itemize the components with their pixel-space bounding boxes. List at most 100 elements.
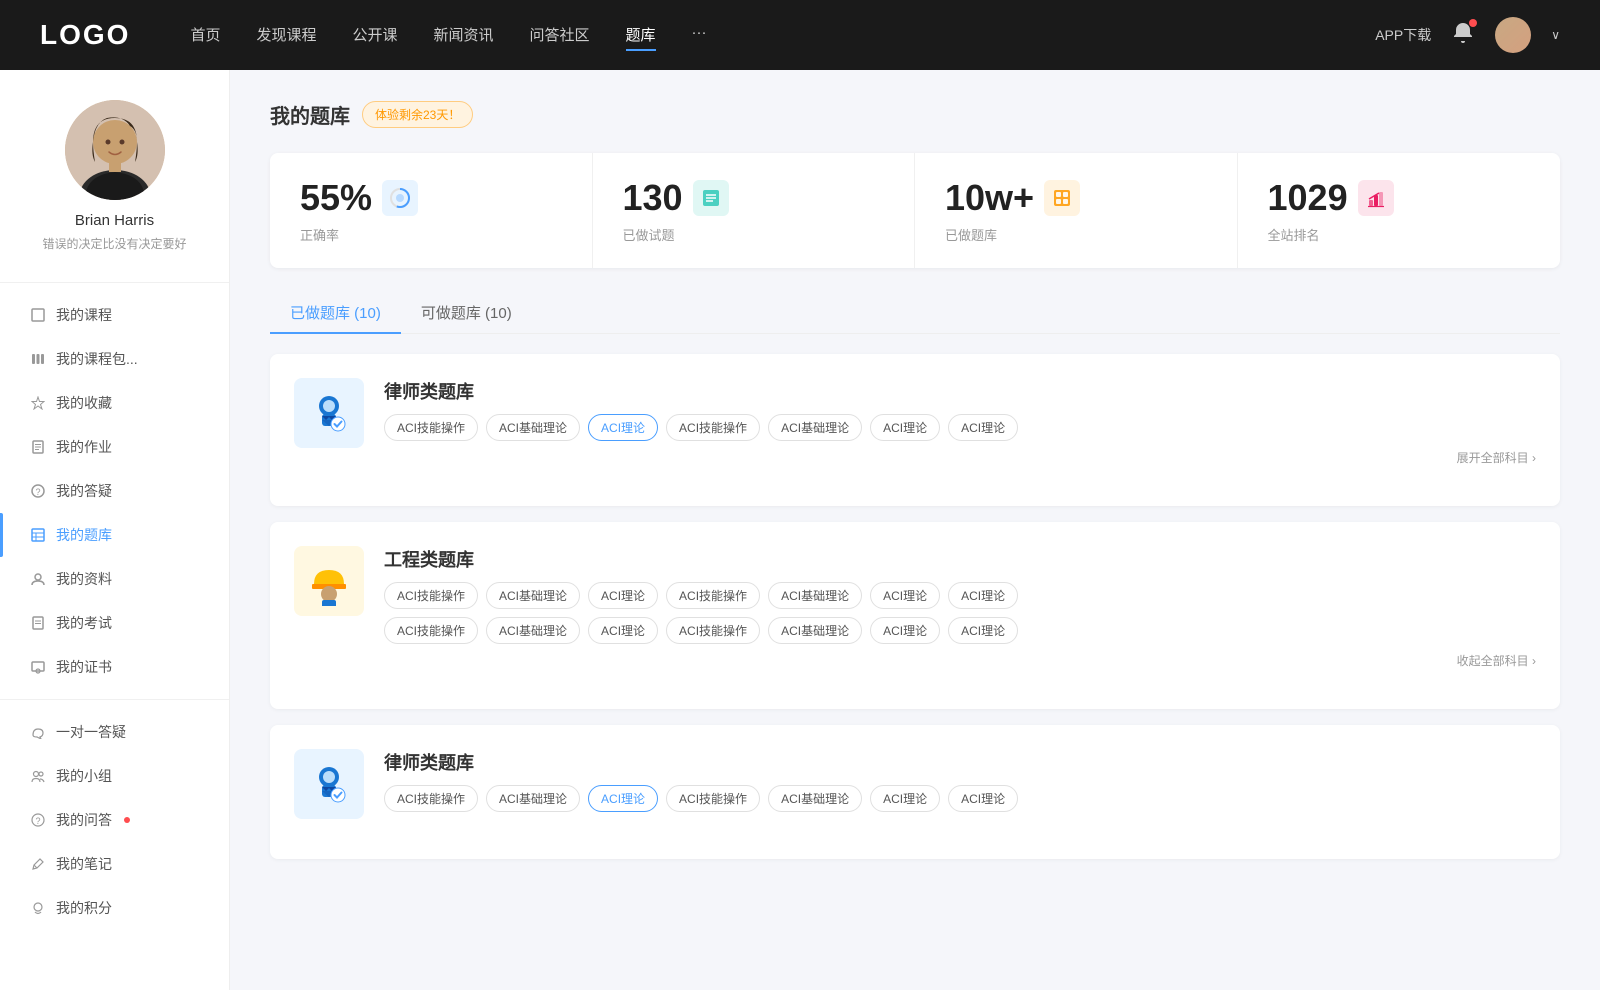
bank-tag-2-r2-4[interactable]: ACI基础理论 xyxy=(768,617,862,644)
bank-tag-2-r2-6[interactable]: ACI理论 xyxy=(948,617,1018,644)
bank-icon-lawyer-2 xyxy=(294,749,364,819)
bank-tags-2-row2: ACI技能操作 ACI基础理论 ACI理论 ACI技能操作 ACI基础理论 AC… xyxy=(384,617,1536,644)
sidebar-item-mycourse[interactable]: 我的课程 xyxy=(0,293,229,337)
bank-tag-2-5[interactable]: ACI理论 xyxy=(870,582,940,609)
sidebar-divider-top xyxy=(0,282,229,283)
course-icon xyxy=(30,307,46,323)
nav-more[interactable]: ··· xyxy=(692,20,707,51)
bank-tag-2-0[interactable]: ACI技能操作 xyxy=(384,582,478,609)
sidebar-item-1on1[interactable]: 一对一答疑 xyxy=(0,710,229,754)
sidebar-item-myhomework[interactable]: 我的作业 xyxy=(0,425,229,469)
sidebar-item-mypoints[interactable]: 我的积分 xyxy=(0,886,229,930)
stat-questions-row: 130 xyxy=(623,177,885,219)
page-title: 我的题库 xyxy=(270,100,350,129)
bank-tag-2-4[interactable]: ACI基础理论 xyxy=(768,582,862,609)
svg-text:?: ? xyxy=(35,487,40,497)
bank-tag-1-4[interactable]: ACI基础理论 xyxy=(768,414,862,441)
sidebar-item-mycert[interactable]: 我的证书 xyxy=(0,645,229,689)
tab-done[interactable]: 已做题库 (10) xyxy=(270,292,401,333)
bank-title-1: 律师类题库 xyxy=(384,378,1536,404)
ranking-label: 全站排名 xyxy=(1268,225,1531,244)
banks-icon xyxy=(1044,180,1080,216)
bank-tag-3-6[interactable]: ACI理论 xyxy=(948,785,1018,812)
user-avatar[interactable] xyxy=(1495,17,1531,53)
stat-questions: 130 已做试题 xyxy=(593,153,916,268)
bank-tag-2-r2-0[interactable]: ACI技能操作 xyxy=(384,617,478,644)
bank-tag-1-6[interactable]: ACI理论 xyxy=(948,414,1018,441)
sidebar-item-mynotes[interactable]: 我的笔记 xyxy=(0,842,229,886)
myquestionbank-label: 我的题库 xyxy=(56,525,112,545)
bank-card-lawyer-2: 律师类题库 ACI技能操作 ACI基础理论 ACI理论 ACI技能操作 ACI基… xyxy=(270,725,1560,859)
bank-card-header-1: 律师类题库 ACI技能操作 ACI基础理论 ACI理论 ACI技能操作 ACI基… xyxy=(294,378,1536,466)
bank-tag-2-2[interactable]: ACI理论 xyxy=(588,582,658,609)
bank-tag-2-3[interactable]: ACI技能操作 xyxy=(666,582,760,609)
main-content: 我的题库 体验剩余23天！ 55% 正确率 xyxy=(230,70,1600,990)
sidebar-item-myquestionbank[interactable]: 我的题库 xyxy=(0,513,229,557)
bank-tag-2-1[interactable]: ACI基础理论 xyxy=(486,582,580,609)
bank-tag-1-3[interactable]: ACI技能操作 xyxy=(666,414,760,441)
sidebar-item-myfavorites[interactable]: 我的收藏 xyxy=(0,381,229,425)
accuracy-icon xyxy=(382,180,418,216)
myfavorites-label: 我的收藏 xyxy=(56,393,112,413)
nav-home[interactable]: 首页 xyxy=(190,20,220,51)
bank-tag-2-r2-1[interactable]: ACI基础理论 xyxy=(486,617,580,644)
bank-tag-2-6[interactable]: ACI理论 xyxy=(948,582,1018,609)
sidebar-menu: 我的课程 我的课程包... 我的收藏 我的作业 xyxy=(0,293,229,930)
banks-label: 已做题库 xyxy=(945,225,1207,244)
bank-tag-2-r2-2[interactable]: ACI理论 xyxy=(588,617,658,644)
bank-tag-3-3[interactable]: ACI技能操作 xyxy=(666,785,760,812)
logo[interactable]: LOGO xyxy=(40,19,130,51)
expand-btn-1[interactable]: 展开全部科目 › xyxy=(384,449,1536,466)
svg-text:?: ? xyxy=(35,816,40,826)
nav-opencourse[interactable]: 公开课 xyxy=(352,20,397,51)
banks-value: 10w+ xyxy=(945,177,1034,219)
grid-icon xyxy=(1051,187,1073,209)
stat-ranking: 1029 全站排名 xyxy=(1238,153,1561,268)
collapse-btn-2[interactable]: 收起全部科目 › xyxy=(384,652,1536,669)
bank-tag-3-2[interactable]: ACI理论 xyxy=(588,785,658,812)
bank-card-lawyer-1: 律师类题库 ACI技能操作 ACI基础理论 ACI理论 ACI技能操作 ACI基… xyxy=(270,354,1560,506)
sidebar-item-myexam[interactable]: 我的考试 xyxy=(0,601,229,645)
pie-chart-icon xyxy=(389,187,411,209)
trial-badge: 体验剩余23天！ xyxy=(362,101,473,128)
sidebar-profile: Brian Harris 错误的决定比没有决定要好 xyxy=(0,100,229,272)
bank-tag-2-r2-3[interactable]: ACI技能操作 xyxy=(666,617,760,644)
bank-tag-1-0[interactable]: ACI技能操作 xyxy=(384,414,478,441)
sidebar-item-myqa[interactable]: ? 我的答疑 xyxy=(0,469,229,513)
sidebar-item-myprofile[interactable]: 我的资料 xyxy=(0,557,229,601)
stat-banks: 10w+ 已做题库 xyxy=(915,153,1238,268)
sidebar-item-mycoursepack[interactable]: 我的课程包... xyxy=(0,337,229,381)
accuracy-label: 正确率 xyxy=(300,225,562,244)
nav-discover[interactable]: 发现课程 xyxy=(256,20,316,51)
sidebar-avatar xyxy=(65,100,165,200)
lawyer-avatar-icon-2 xyxy=(304,759,354,809)
mycoursepack-label: 我的课程包... xyxy=(56,349,138,369)
user-menu-chevron[interactable]: ∨ xyxy=(1551,28,1560,42)
nav-qa[interactable]: 问答社区 xyxy=(530,20,590,51)
bank-tag-2-r2-5[interactable]: ACI理论 xyxy=(870,617,940,644)
oneonone-icon xyxy=(30,724,46,740)
bank-tag-3-1[interactable]: ACI基础理论 xyxy=(486,785,580,812)
bar-chart-icon xyxy=(1365,187,1387,209)
bank-tag-3-0[interactable]: ACI技能操作 xyxy=(384,785,478,812)
nav-news[interactable]: 新闻资讯 xyxy=(434,20,494,51)
bank-tag-1-1[interactable]: ACI基础理论 xyxy=(486,414,580,441)
notification-button[interactable] xyxy=(1451,21,1475,50)
app-download-link[interactable]: APP下载 xyxy=(1375,25,1431,45)
nav-menu: 首页 发现课程 公开课 新闻资讯 问答社区 题库 ··· xyxy=(190,20,1375,51)
accuracy-value: 55% xyxy=(300,177,372,219)
sidebar-item-mygroup[interactable]: 我的小组 xyxy=(0,754,229,798)
bank-tag-3-4[interactable]: ACI基础理论 xyxy=(768,785,862,812)
sidebar-item-myquestion[interactable]: ? 我的问答 xyxy=(0,798,229,842)
bank-info-2: 工程类题库 ACI技能操作 ACI基础理论 ACI理论 ACI技能操作 ACI基… xyxy=(384,546,1536,669)
coursepack-icon xyxy=(30,351,46,367)
navbar-right: APP下载 ∨ xyxy=(1375,17,1560,53)
group-icon xyxy=(30,768,46,784)
tab-available[interactable]: 可做题库 (10) xyxy=(401,292,532,333)
bank-card-header-3: 律师类题库 ACI技能操作 ACI基础理论 ACI理论 ACI技能操作 ACI基… xyxy=(294,749,1536,819)
nav-questionbank[interactable]: 题库 xyxy=(626,20,656,51)
stats-row: 55% 正确率 130 xyxy=(270,153,1560,268)
bank-tag-1-2[interactable]: ACI理论 xyxy=(588,414,658,441)
bank-tag-3-5[interactable]: ACI理论 xyxy=(870,785,940,812)
bank-tag-1-5[interactable]: ACI理论 xyxy=(870,414,940,441)
